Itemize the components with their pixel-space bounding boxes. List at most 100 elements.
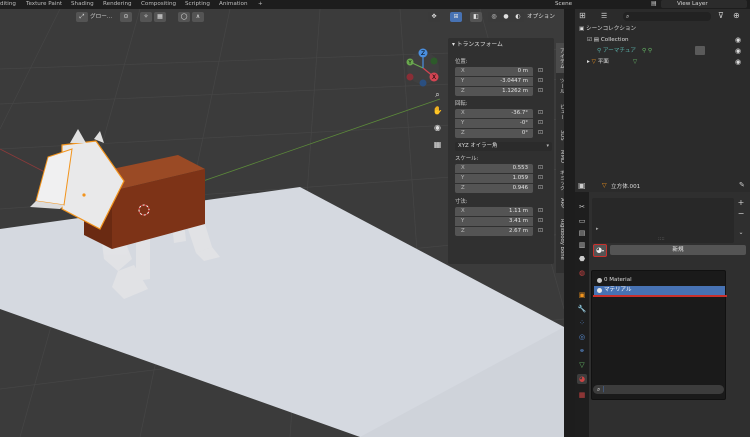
scale-x-field[interactable]: X 0.553 <box>455 164 533 173</box>
tab-editing[interactable]: diting <box>0 0 16 9</box>
add-workspace-button[interactable]: + <box>258 0 263 9</box>
display-mode-icon[interactable]: ☰ <box>601 12 607 20</box>
outliner-search-input[interactable]: ⌕ <box>623 12 711 21</box>
area-separator[interactable] <box>564 9 575 437</box>
tab-rigidbody-bone[interactable]: Rigidbody Bone <box>556 213 564 265</box>
dimensions-z-field[interactable]: Z 2.67 m <box>455 227 533 236</box>
pan-hand-icon[interactable]: ✋ <box>432 105 443 116</box>
tab-item[interactable]: アイテム <box>556 43 564 73</box>
scene-collection-row[interactable]: ▣ シーンコレクション <box>579 25 636 34</box>
camera-view-icon[interactable]: ◉ <box>432 122 443 133</box>
tab-mmd[interactable]: MMD <box>556 145 564 167</box>
list-expand-arrow-icon[interactable]: ▸ <box>596 226 599 232</box>
scale-y-field[interactable]: Y 1.059 <box>455 174 533 183</box>
rotation-y-field[interactable]: Y -0° <box>455 119 533 128</box>
material-search-input[interactable]: ⌕ | <box>593 385 724 394</box>
lock-rotation-y-icon[interactable]: ⊡ <box>538 119 546 127</box>
filter-icon[interactable]: ⊽ <box>718 11 724 20</box>
plane-row[interactable]: ▸ ▽ 平面 ▽ <box>587 58 637 67</box>
snap-target-dropdown[interactable]: ▦ <box>154 12 166 22</box>
plane-visibility-eye-icon[interactable]: ◉ <box>735 58 741 66</box>
solid-shading-icon[interactable]: ● <box>500 12 512 22</box>
new-collection-icon[interactable]: ⊕ <box>733 11 740 20</box>
tab-3ds[interactable]: 3DS <box>556 125 564 145</box>
tab-scripting[interactable]: Scripting <box>185 0 210 9</box>
material-item-0-material[interactable]: 0 Material <box>594 276 725 285</box>
lock-scale-y-icon[interactable]: ⊡ <box>538 174 546 182</box>
tab-texture-paint[interactable]: Texture Paint <box>26 0 62 9</box>
world-tab-icon[interactable]: ◍ <box>577 268 587 278</box>
transform-orientation-dropdown[interactable]: グロー... <box>90 12 112 22</box>
slot-specials-chevron-icon[interactable]: ⌄ <box>736 228 746 238</box>
3d-viewport[interactable]: X Z Y ⤢ グロー... ⊙ ✧ ▦ ◯ ∧ ✥ ⊞ ◧ ◎ ● ◐ ○ オ… <box>0 9 564 437</box>
properties-editor-type-icon[interactable]: ▣ <box>578 181 586 190</box>
scene-selector[interactable]: Scene <box>555 0 572 8</box>
lock-location-x-icon[interactable]: ⊡ <box>538 67 546 75</box>
proportional-falloff-icon[interactable]: ∧ <box>192 12 204 22</box>
snap-toggle[interactable]: ✧ <box>140 12 152 22</box>
material-shading-icon[interactable]: ◐ <box>512 12 524 22</box>
rotation-x-field[interactable]: X -36.7° <box>455 109 533 118</box>
browse-material-button[interactable]: ◕▾ <box>593 244 607 257</box>
zoom-icon[interactable]: ⌕ <box>432 89 443 100</box>
tab-arp[interactable]: ARP <box>556 193 564 213</box>
location-x-field[interactable]: X 0 m <box>455 67 533 76</box>
modifier-tab-icon[interactable]: 🔧 <box>577 304 587 314</box>
location-y-field[interactable]: Y -3.0447 m <box>455 77 533 86</box>
transform-orientation-icon[interactable]: ⤢ <box>76 12 88 22</box>
rotation-z-field[interactable]: Z 0° <box>455 129 533 138</box>
lock-location-z-icon[interactable]: ⊡ <box>538 87 546 95</box>
dimensions-x-icon[interactable]: ⊡ <box>538 207 546 215</box>
xray-icon[interactable]: ◧ <box>470 12 482 22</box>
data-tab-icon[interactable]: ▽ <box>577 360 587 370</box>
armature-row[interactable]: ⚲ アーマチュア ⚲ ⚲ <box>597 47 652 56</box>
lock-rotation-z-icon[interactable]: ⊡ <box>538 129 546 137</box>
object-tab-icon[interactable]: ▣ <box>577 290 587 300</box>
overlays-icon[interactable]: ⊞ <box>450 12 462 22</box>
particles-tab-icon[interactable]: ⁘ <box>577 318 587 328</box>
physics-tab-icon[interactable]: ◎ <box>577 332 587 342</box>
proportional-edit-toggle[interactable]: ◯ <box>178 12 190 22</box>
tab-tool[interactable]: ツール <box>556 73 564 99</box>
lock-scale-x-icon[interactable]: ⊡ <box>538 164 546 172</box>
material-item-selected[interactable]: マテリアル <box>594 286 725 295</box>
wireframe-shading-icon[interactable]: ◎ <box>488 12 500 22</box>
armature-visibility-eye-icon[interactable]: ◉ <box>735 47 741 55</box>
list-resize-handle[interactable]: :::: <box>658 236 665 242</box>
tab-compositing[interactable]: Compositing <box>141 0 176 9</box>
rotation-mode-dropdown[interactable]: XYZ オイラー角 ▾ <box>455 142 552 151</box>
location-z-field[interactable]: Z 1.1262 m <box>455 87 533 96</box>
checkbox-icon[interactable]: ☑ <box>587 37 594 43</box>
view-layer-tab-icon[interactable]: ▥ <box>577 240 587 250</box>
add-material-slot-button[interactable]: + <box>736 198 746 208</box>
lock-location-y-icon[interactable]: ⊡ <box>538 77 546 85</box>
dimensions-y-field[interactable]: Y 3.41 m <box>455 217 533 226</box>
armature-pose-icon[interactable] <box>695 46 705 55</box>
collection-visibility-eye-icon[interactable]: ◉ <box>735 36 741 44</box>
options-dropdown[interactable]: オプション <box>524 12 558 22</box>
scale-z-field[interactable]: Z 0.946 <box>455 184 533 193</box>
collection-row[interactable]: ☑ ▤ Collection <box>587 36 629 45</box>
show-gizmo-icon[interactable]: ✥ <box>428 12 440 22</box>
pin-icon[interactable]: ✎ <box>739 181 745 189</box>
perspective-toggle-icon[interactable]: ▦ <box>432 139 443 150</box>
render-tab-icon[interactable]: ▭ <box>577 216 587 226</box>
tab-animation[interactable]: Animation <box>219 0 248 9</box>
output-tab-icon[interactable]: ▤ <box>577 228 587 238</box>
material-tab-icon[interactable]: ◕ <box>577 374 587 384</box>
transform-panel-title[interactable]: ▾ トランスフォーム <box>452 40 503 50</box>
tab-shading[interactable]: Shading <box>71 0 94 9</box>
dimensions-x-field[interactable]: X 1.11 m <box>455 207 533 216</box>
dimensions-z-icon[interactable]: ⊡ <box>538 227 546 235</box>
new-material-button[interactable]: 新規 <box>610 245 746 255</box>
tab-rendering[interactable]: Rendering <box>103 0 132 9</box>
constraints-tab-icon[interactable]: ⚭ <box>577 346 587 356</box>
tool-tab-icon[interactable]: ✂ <box>577 202 587 212</box>
material-slot-list[interactable]: ▸ :::: <box>592 198 734 243</box>
scene-tab-icon[interactable]: ⬣ <box>577 254 587 264</box>
tab-view[interactable]: ビュー <box>556 99 564 125</box>
pivot-point-icon[interactable]: ⊙ <box>120 12 132 22</box>
lock-rotation-x-icon[interactable]: ⊡ <box>538 109 546 117</box>
tab-gimmick[interactable]: ギミック <box>556 167 564 193</box>
dimensions-y-icon[interactable]: ⊡ <box>538 217 546 225</box>
